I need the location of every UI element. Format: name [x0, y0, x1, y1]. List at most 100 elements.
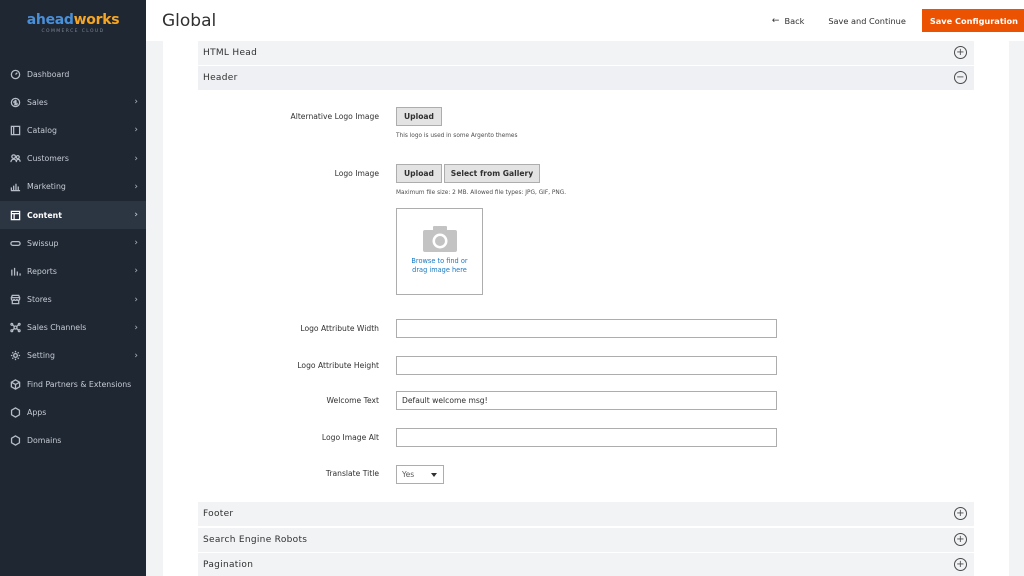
sidebar-item-swissup[interactable]: Swissup ›	[0, 229, 146, 257]
alt-logo-upload-button[interactable]: Upload	[396, 107, 442, 126]
logo-note: Maximum file size: 2 MB. Allowed file ty…	[396, 190, 567, 196]
chevron-right-icon: ›	[134, 294, 138, 305]
chevron-right-icon: ›	[134, 125, 138, 136]
content-icon	[9, 209, 21, 221]
sidebar-item-content[interactable]: Content ›	[0, 200, 146, 230]
page-title: Global	[162, 10, 217, 31]
sidebar-item-sales-channels[interactable]: Sales Channels ›	[0, 314, 146, 342]
image-drop-zone[interactable]: Browse to find or drag image here	[396, 208, 483, 295]
section-title: HTML Head	[203, 48, 258, 58]
drop-zone-text: Browse to find or drag image here	[411, 257, 468, 274]
sidebar-item-apps[interactable]: Apps	[0, 398, 146, 426]
logo-upload-button[interactable]: Upload	[396, 164, 442, 183]
marketing-icon	[9, 181, 21, 193]
customers-icon	[9, 153, 21, 165]
sidebar-item-catalog[interactable]: Catalog ›	[0, 116, 146, 144]
sidebar-item-label: Sales	[27, 97, 48, 107]
alt-logo-label: Alternative Logo Image	[290, 112, 379, 121]
sidebar-item-label: Find Partners & Extensions	[27, 379, 132, 389]
sidebar-item-label: Dashboard	[27, 69, 70, 79]
reports-icon	[9, 265, 21, 277]
welcome-text-label: Welcome Text	[326, 396, 379, 405]
select-from-gallery-button[interactable]: Select from Gallery	[444, 164, 540, 183]
alt-logo-note: This logo is used in some Argento themes	[396, 133, 518, 139]
section-title: Header	[203, 73, 238, 83]
sidebar-item-label: Domains	[27, 436, 62, 446]
hexagon-icon	[9, 406, 21, 418]
plus-circle-icon[interactable]: +	[954, 46, 967, 59]
stores-icon	[9, 294, 21, 306]
sales-channels-icon	[9, 322, 21, 334]
catalog-icon	[9, 124, 21, 136]
section-pagination[interactable]: Pagination +	[198, 553, 974, 576]
logo-height-input[interactable]	[396, 356, 777, 375]
chevron-right-icon: ›	[134, 181, 138, 192]
sidebar-item-label: Catalog	[27, 125, 57, 135]
caret-down-icon	[431, 473, 437, 477]
chevron-right-icon: ›	[134, 322, 138, 333]
plus-circle-icon[interactable]: +	[954, 507, 967, 520]
dashboard-icon	[9, 68, 21, 80]
sidebar-item-label: Swissup	[27, 238, 59, 248]
logo-alt-input[interactable]	[396, 428, 777, 447]
logo-image-label: Logo Image	[334, 169, 379, 178]
admin-sidebar: aheadworks COMMERCE CLOUD Dashboard Sales…	[0, 0, 146, 576]
plus-circle-icon[interactable]: +	[954, 558, 967, 571]
brand-logo[interactable]: aheadworks COMMERCE CLOUD	[0, 0, 146, 44]
sidebar-item-domains[interactable]: Domains	[0, 426, 146, 454]
swissup-icon	[9, 237, 21, 249]
section-title: Pagination	[203, 560, 254, 570]
translate-title-select[interactable]: Yes	[396, 465, 444, 484]
translate-title-label: Translate Title	[325, 469, 379, 478]
sidebar-item-label: Reports	[27, 266, 57, 276]
sidebar-item-find-partners-extensions[interactable]: Find Partners & Extensions	[0, 370, 146, 398]
sidebar-item-label: Marketing	[27, 182, 66, 192]
page-header: Global ← Back Save and Continue Save Con…	[146, 0, 1024, 41]
welcome-text-input[interactable]: Default welcome msg!	[396, 391, 777, 410]
select-value: Yes	[402, 470, 415, 479]
minus-circle-icon[interactable]: −	[954, 71, 967, 84]
section-header[interactable]: Header −	[198, 66, 974, 90]
extensions-icon	[9, 378, 21, 390]
sidebar-item-label: Customers	[27, 154, 69, 164]
logo-height-label: Logo Attribute Height	[297, 361, 379, 370]
chevron-right-icon: ›	[134, 97, 138, 108]
chevron-right-icon: ›	[134, 238, 138, 249]
section-html-head[interactable]: HTML Head +	[198, 41, 974, 65]
save-configuration-button[interactable]: Save Configuration	[921, 9, 1024, 32]
sidebar-item-dashboard[interactable]: Dashboard	[0, 60, 146, 88]
logo-width-input[interactable]	[396, 319, 777, 338]
sidebar-item-sales[interactable]: Sales ›	[0, 88, 146, 116]
sidebar-nav: Dashboard Sales › Catalog › Customers › Marketi…	[0, 60, 146, 455]
brand-tagline: COMMERCE CLOUD	[41, 29, 105, 34]
logo-alt-label: Logo Image Alt	[321, 433, 379, 442]
sidebar-item-label: Stores	[27, 295, 52, 305]
config-content: HTML Head + Header − Alternative Logo Im…	[163, 41, 1009, 576]
hexagon-icon	[9, 435, 21, 447]
sidebar-item-marketing[interactable]: Marketing ›	[0, 173, 146, 201]
section-footer[interactable]: Footer +	[198, 502, 974, 526]
sidebar-item-stores[interactable]: Stores ›	[0, 286, 146, 314]
logo-width-label: Logo Attribute Width	[300, 324, 379, 333]
sidebar-item-setting[interactable]: Setting ›	[0, 342, 146, 370]
sidebar-item-label: Setting	[27, 351, 55, 361]
sidebar-item-label: Sales Channels	[27, 323, 87, 333]
camera-icon	[422, 226, 457, 252]
dollar-icon	[9, 96, 21, 108]
arrow-left-icon: ←	[771, 15, 780, 26]
back-label: Back	[784, 15, 805, 26]
chevron-right-icon: ›	[134, 266, 138, 277]
sidebar-item-reports[interactable]: Reports ›	[0, 257, 146, 285]
gear-icon	[9, 350, 21, 362]
sidebar-item-label: Content	[27, 210, 62, 220]
chevron-right-icon: ›	[134, 153, 138, 164]
chevron-right-icon: ›	[134, 210, 138, 221]
back-button[interactable]: ← Back	[772, 16, 804, 26]
sidebar-item-label: Apps	[27, 407, 47, 417]
section-search-engine-robots[interactable]: Search Engine Robots +	[198, 528, 974, 552]
chevron-right-icon: ›	[134, 350, 138, 361]
sidebar-item-customers[interactable]: Customers ›	[0, 145, 146, 173]
save-and-continue-button[interactable]: Save and Continue	[828, 16, 906, 26]
plus-circle-icon[interactable]: +	[954, 533, 967, 546]
section-title: Footer	[203, 509, 234, 519]
